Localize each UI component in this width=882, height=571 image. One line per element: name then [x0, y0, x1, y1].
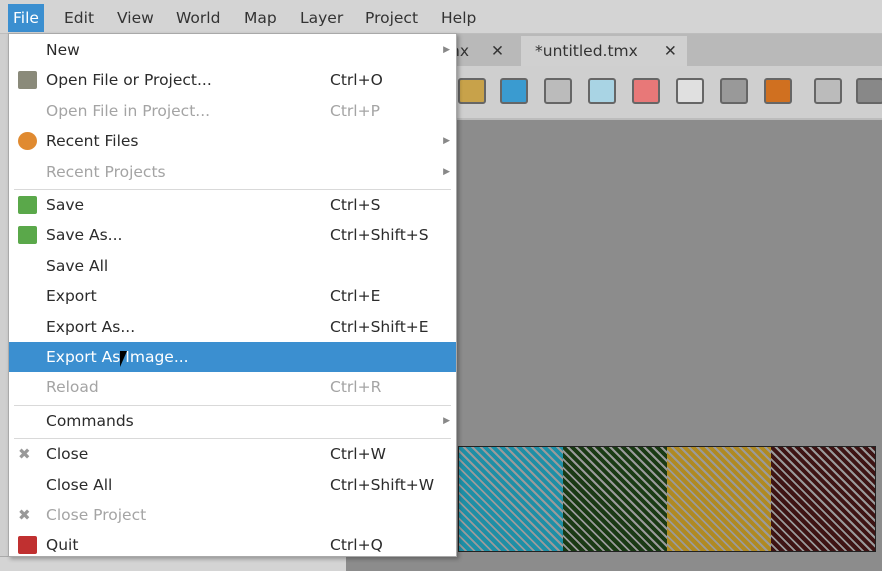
eraser-icon[interactable]: [632, 78, 660, 104]
magic-wand-icon[interactable]: [720, 78, 748, 104]
menu-item-label: Save: [46, 196, 85, 214]
menu-item-label: Reload: [46, 378, 99, 397]
recent-icon: [18, 132, 37, 151]
menubar: File Edit View World Map Layer Project Help: [0, 0, 882, 34]
menu-item-label: Export: [46, 287, 97, 306]
insert-rectangle-icon[interactable]: [814, 78, 842, 104]
menu-item-label: Close Project: [46, 506, 147, 524]
menu-item-label: Close All: [46, 475, 113, 494]
tile-water[interactable]: [459, 447, 563, 551]
menu-file[interactable]: File: [8, 4, 44, 32]
menu-item-label: Close: [46, 445, 89, 464]
menu-item-quit[interactable]: Quit Ctrl+Q: [9, 530, 456, 560]
menu-item-save[interactable]: Save Ctrl+S: [9, 190, 456, 220]
menu-item-label: Export As...: [46, 317, 136, 336]
menu-item-save-all[interactable]: Save All: [9, 251, 456, 281]
tile-dirt[interactable]: [771, 447, 875, 551]
shape-fill-icon[interactable]: [588, 78, 616, 104]
menu-item-shortcut: Ctrl+Shift+W: [330, 475, 435, 494]
menu-item-save-as[interactable]: Save As... Ctrl+Shift+S: [9, 220, 456, 250]
menu-item-label: Recent Files: [46, 132, 139, 151]
save-icon: [18, 196, 37, 214]
menu-world[interactable]: World: [171, 4, 225, 32]
menu-item-label: Quit: [46, 536, 79, 555]
tab-close-icon[interactable]: ✕: [491, 42, 504, 60]
menu-item-recent-files[interactable]: Recent Files ▶: [9, 126, 456, 156]
menu-item-label: New: [46, 41, 80, 59]
menu-item-shortcut: Ctrl+P: [330, 101, 380, 120]
quit-icon: [18, 536, 37, 555]
menu-edit[interactable]: Edit: [59, 4, 99, 32]
save-as-icon: [18, 226, 37, 245]
menu-item-label: Commands: [46, 411, 134, 430]
rectangle-select-icon[interactable]: [676, 78, 704, 104]
menu-item-open-file-in-project[interactable]: Open File in Project... Ctrl+P: [9, 96, 456, 126]
menu-item-close[interactable]: ✖ Close Ctrl+W: [9, 439, 456, 469]
left-panel: [0, 34, 8, 571]
tile-sand[interactable]: [667, 447, 771, 551]
menu-item-label: Save All: [46, 256, 109, 275]
tab-untitled[interactable]: *untitled.tmx ✕: [521, 36, 687, 66]
submenu-arrow-icon: ▶: [443, 45, 450, 55]
menu-item-new[interactable]: New ▶: [9, 35, 456, 65]
tab-bar: nx ✕ *untitled.tmx ✕: [440, 34, 882, 66]
edit-polygons-icon[interactable]: [856, 78, 882, 104]
tab-close-icon[interactable]: ✕: [664, 42, 677, 60]
terrain-brush-icon[interactable]: [500, 78, 528, 104]
file-menu: New ▶ Open File or Project... Ctrl+O Open Fi…: [8, 33, 457, 557]
submenu-arrow-icon: ▶: [443, 136, 450, 147]
menu-help[interactable]: Help: [436, 4, 481, 32]
submenu-arrow-icon: ▶: [443, 166, 450, 177]
menu-item-shortcut: Ctrl+R: [330, 378, 382, 397]
tileset-view[interactable]: [458, 446, 876, 552]
menu-item-label: Save As...: [46, 226, 123, 245]
stamp-brush-icon[interactable]: [458, 78, 486, 104]
menu-view[interactable]: View: [112, 4, 159, 32]
bucket-fill-icon[interactable]: [544, 78, 572, 104]
menu-item-export-as-image[interactable]: Export As Image...: [9, 342, 456, 372]
menu-item-shortcut: Ctrl+W: [330, 445, 386, 464]
tab-previous[interactable]: nx ✕: [450, 36, 504, 66]
menu-item-recent-projects[interactable]: Recent Projects ▶: [9, 157, 456, 187]
close-icon: ✖: [18, 445, 31, 464]
menu-map[interactable]: Map: [239, 4, 282, 32]
menu-item-shortcut: Ctrl+S: [330, 196, 381, 214]
menu-item-open-file-or-project[interactable]: Open File or Project... Ctrl+O: [9, 65, 456, 95]
select-same-tile-icon[interactable]: [764, 78, 792, 104]
menu-item-shortcut: Ctrl+Shift+E: [330, 317, 429, 336]
menu-item-shortcut: Ctrl+E: [330, 287, 381, 306]
menu-project[interactable]: Project: [360, 4, 423, 32]
menu-item-export[interactable]: Export Ctrl+E: [9, 281, 456, 311]
menu-layer[interactable]: Layer: [295, 4, 348, 32]
submenu-arrow-icon: ▶: [443, 415, 450, 426]
menu-item-label: Recent Projects: [46, 162, 166, 181]
menu-item-export-as[interactable]: Export As... Ctrl+Shift+E: [9, 312, 456, 342]
toolbar: [440, 66, 882, 120]
mouse-cursor-icon: [120, 351, 127, 367]
tab-label: *untitled.tmx: [535, 42, 638, 60]
menu-item-close-all[interactable]: Close All Ctrl+Shift+W: [9, 470, 456, 500]
menu-item-reload[interactable]: Reload Ctrl+R: [9, 372, 456, 402]
menu-item-label: Export As Image...: [46, 348, 189, 366]
menu-item-commands[interactable]: Commands ▶: [9, 406, 456, 436]
menu-item-label: Open File or Project...: [46, 71, 212, 90]
menu-item-label: Open File in Project...: [46, 101, 211, 120]
close-icon: ✖: [18, 506, 31, 524]
tile-grass[interactable]: [563, 447, 667, 551]
menu-item-close-project[interactable]: ✖ Close Project: [9, 500, 456, 530]
folder-open-icon: [18, 71, 37, 90]
menu-item-shortcut: Ctrl+Shift+S: [330, 226, 429, 245]
menu-item-shortcut: Ctrl+O: [330, 71, 383, 90]
menu-item-shortcut: Ctrl+Q: [330, 536, 383, 555]
